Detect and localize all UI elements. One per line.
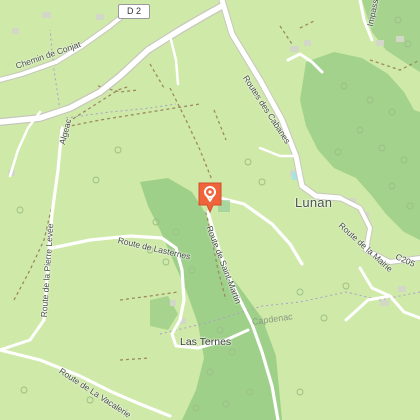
label-las-ternes: Las Ternes — [180, 336, 232, 348]
road-c205 — [358, 266, 420, 320]
map-view[interactable]: D 2 Chemin de Conjat Algeac Route de la … — [0, 0, 420, 420]
road-south-west — [0, 318, 46, 352]
road-ne-4 — [168, 34, 180, 86]
label-lunan: Lunan — [295, 195, 333, 210]
road-se — [344, 294, 392, 322]
location-pin-icon[interactable] — [197, 181, 223, 215]
road-shield-d2: D 2 — [118, 4, 150, 19]
